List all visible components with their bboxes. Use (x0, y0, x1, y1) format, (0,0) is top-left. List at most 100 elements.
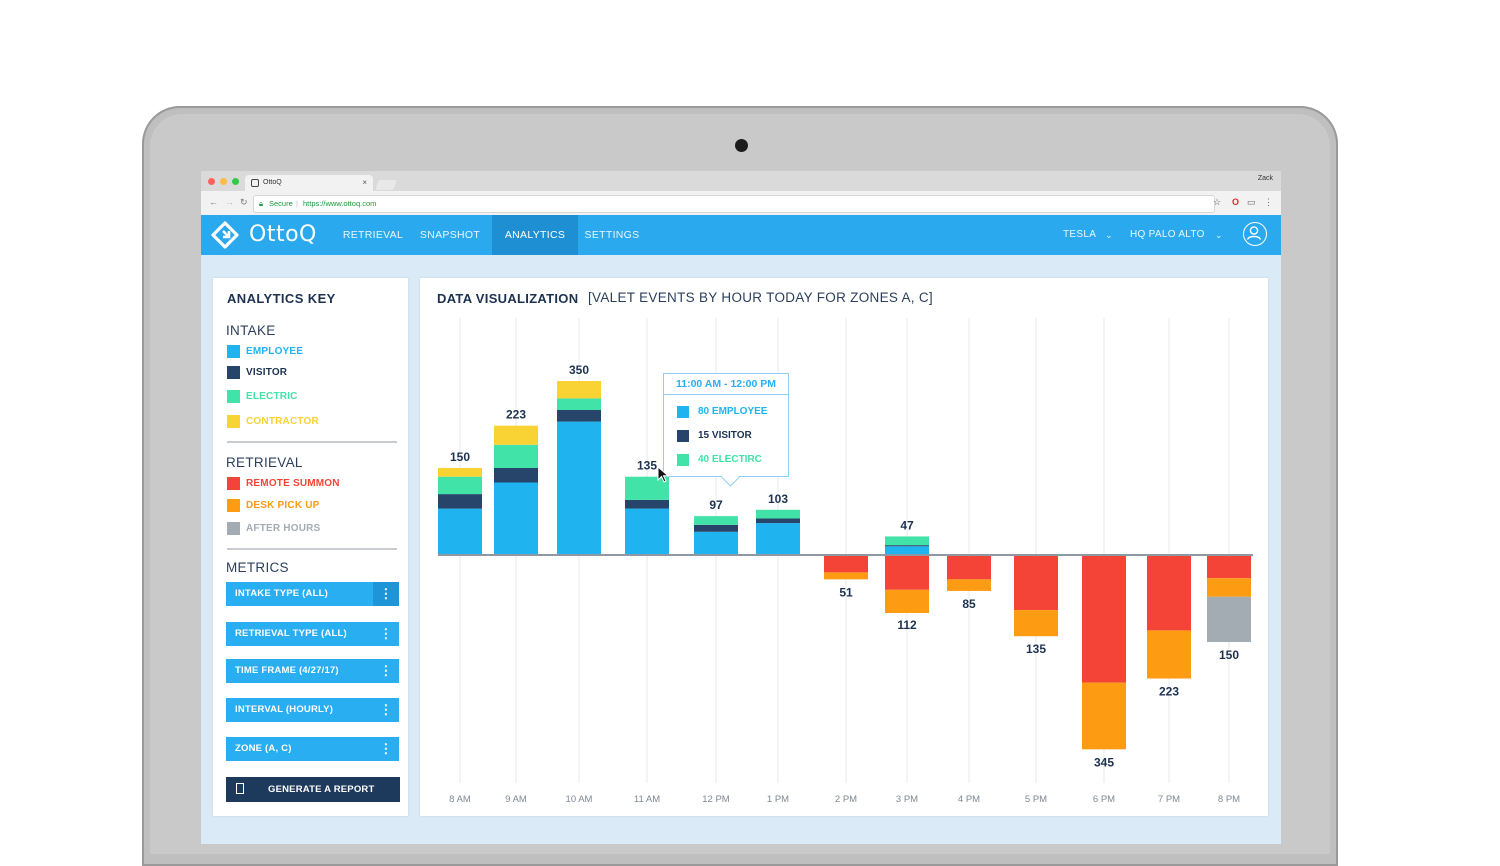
bar-segment-visitor (756, 518, 800, 524)
nav-analytics[interactable]: ANALYTICS (492, 215, 578, 255)
bar-total-label: 135 (637, 459, 657, 473)
retrieval-type-dropdown[interactable]: RETRIEVAL TYPE (ALL) ⋮ (226, 622, 399, 646)
generate-report-button[interactable]: GENERATE A REPORT (226, 777, 400, 802)
x-tick-label: 6 PM (1093, 794, 1115, 805)
cast-icon[interactable]: ▭ (1247, 197, 1256, 208)
bar-segment-remote-summon (1207, 555, 1251, 579)
bar-total-label: 85 (962, 597, 976, 611)
back-arrow-icon[interactable]: ← (209, 197, 218, 207)
new-tab-button[interactable] (375, 180, 397, 190)
url-separator: | (296, 199, 298, 208)
legend-label: DESK PICK UP (246, 500, 320, 511)
nav-snapshot[interactable]: SNAPSHOT (416, 215, 484, 255)
bar-segment-visitor (494, 468, 538, 483)
chevron-down-icon: ⌄ (1105, 230, 1113, 240)
nav-settings[interactable]: SETTINGS (582, 215, 642, 255)
bar-segment-employee (557, 421, 601, 555)
company-select-value: TESLA (1063, 229, 1097, 240)
retrieval-section-title: RETRIEVAL (226, 455, 303, 470)
forward-arrow-icon[interactable]: → (225, 197, 234, 207)
x-tick-label: 7 PM (1158, 794, 1180, 805)
url-text: https://www.ottoq.com (303, 199, 377, 208)
bar-segment-desk-pick-up (824, 572, 868, 580)
intake-section-title: INTAKE (226, 323, 276, 338)
x-tick-label: 10 AM (566, 794, 593, 805)
bar-segment-visitor (625, 499, 669, 509)
more-options-icon[interactable]: ⋮ (373, 659, 399, 683)
screen: OttoQ × Zack ← → ↻ 🔒︎ Secure | https://w… (201, 171, 1281, 844)
bar-segment-contractor (557, 381, 601, 399)
bookmark-star-icon[interactable]: ☆ (1213, 197, 1221, 208)
bar-segment-remote-summon (885, 555, 929, 590)
time-frame-dropdown[interactable]: TIME FRAME (4/27/17) ⋮ (226, 659, 399, 683)
more-options-icon[interactable]: ⋮ (373, 698, 399, 722)
chevron-down-icon: ⌄ (1215, 230, 1223, 240)
bar-segment-employee (756, 523, 800, 555)
more-options-icon[interactable]: ⋮ (373, 582, 399, 606)
logo-text[interactable]: OttoQ (249, 222, 317, 247)
bar-segment-employee (625, 508, 669, 555)
browser-user-name[interactable]: Zack (1258, 175, 1273, 182)
secure-label: Secure (269, 199, 293, 208)
bar-total-label: 112 (897, 618, 917, 632)
tooltip-swatch (677, 406, 689, 418)
bar-segment-electric (438, 476, 482, 495)
location-select[interactable]: HQ PALO ALTO ⌄ (1130, 215, 1230, 255)
bar-segment-electric (756, 509, 800, 519)
bar-total-label: 150 (450, 450, 470, 464)
data-visualization-panel: 150 8 AM 223 9 AM 350 10 AM 135 11 AM 97 12 PM 103… (420, 278, 1268, 816)
x-tick-label: 11 AM (634, 794, 660, 805)
bar-segment-electric (494, 444, 538, 468)
analytics-key-panel: ANALYTICS KEY INTAKE EMPLOYEE VISITOR EL… (213, 278, 408, 816)
dropdown-label: TIME FRAME (4/27/17) (235, 665, 339, 676)
url-input[interactable]: 🔒︎ Secure | https://www.ottoq.com (253, 195, 1215, 213)
nav-retrieval[interactable]: RETRIEVAL (341, 215, 405, 255)
tooltip-label: 40 ELECTIRC (698, 454, 762, 465)
bar-segment-desk-pick-up (1082, 682, 1126, 750)
interval-dropdown[interactable]: INTERVAL (HOURLY) ⋮ (226, 698, 399, 722)
dropdown-label: RETRIEVAL TYPE (ALL) (235, 628, 347, 639)
legend-swatch (227, 345, 240, 358)
browser-address-bar: ← → ↻ 🔒︎ Secure | https://www.ottoq.com … (201, 191, 1281, 216)
bar-segment-desk-pick-up (1207, 578, 1251, 597)
more-options-icon[interactable]: ⋮ (373, 737, 399, 761)
close-tab-icon[interactable]: × (362, 175, 367, 191)
mouse-cursor-icon (657, 466, 670, 483)
opera-extension-icon[interactable]: O (1232, 197, 1239, 207)
x-tick-label: 3 PM (896, 794, 918, 805)
bar-segment-employee (438, 508, 482, 555)
bar-segment-visitor (557, 410, 601, 422)
bar-total-label: 350 (569, 363, 589, 377)
maximize-window-button[interactable] (232, 178, 239, 185)
zone-dropdown[interactable]: ZONE (A, C) ⋮ (226, 737, 399, 761)
legend-swatch (227, 366, 240, 379)
minimize-window-button[interactable] (220, 178, 227, 185)
browser-menu-icon[interactable]: ⋮ (1264, 197, 1273, 208)
ottoq-logo-icon[interactable] (211, 221, 239, 249)
legend-label: AFTER HOURS (246, 523, 321, 534)
more-options-icon[interactable]: ⋮ (373, 622, 399, 646)
webcam (735, 139, 748, 152)
dropdown-label: INTERVAL (HOURLY) (235, 704, 334, 715)
company-select[interactable]: TESLA ⌄ (1063, 215, 1123, 255)
reload-icon[interactable]: ↻ (240, 197, 248, 208)
tooltip-swatch (677, 454, 689, 466)
lock-icon: 🔒︎ (259, 199, 263, 208)
analytics-key-title: ANALYTICS KEY (227, 291, 336, 306)
browser-tab-bar: OttoQ × Zack (201, 171, 1281, 191)
x-tick-label: 5 PM (1025, 794, 1047, 805)
dropdown-label: ZONE (A, C) (235, 743, 292, 754)
legend-swatch (227, 390, 240, 403)
bar-segment-electric (557, 398, 601, 410)
x-tick-label: 8 PM (1218, 794, 1240, 805)
tooltip-label: 80 EMPLOYEE (698, 406, 768, 417)
legend-swatch (227, 477, 240, 490)
browser-tab[interactable]: OttoQ × (245, 175, 373, 191)
close-window-button[interactable] (208, 178, 215, 185)
tooltip-title: 11:00 AM - 12:00 PM (664, 374, 788, 395)
x-tick-label: 1 PM (767, 794, 789, 805)
intake-type-dropdown[interactable]: INTAKE TYPE (ALL) ⋮ (226, 582, 399, 606)
bar-segment-electric (694, 516, 738, 525)
legend-swatch (227, 499, 240, 512)
user-avatar-icon[interactable] (1243, 222, 1267, 246)
